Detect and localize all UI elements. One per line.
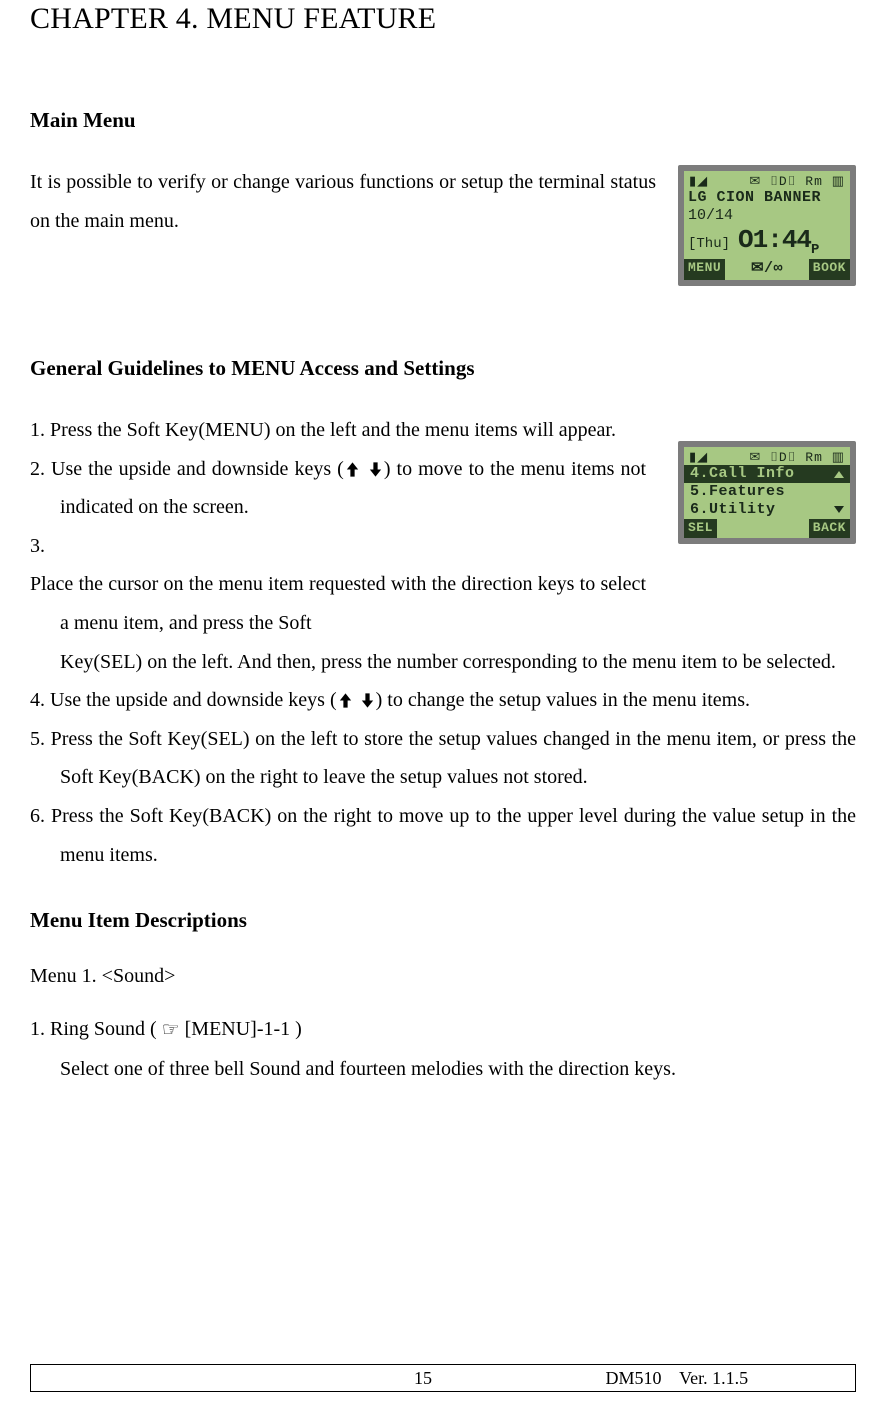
lcd-softkey-book: BOOK	[809, 259, 850, 280]
arrow-down-icon	[834, 506, 844, 513]
lcd-banner: LG CION BANNER	[688, 189, 846, 207]
list-item: Press the Soft Key(SEL) on the left to s…	[30, 720, 856, 797]
lcd-date: 10/14	[688, 207, 846, 225]
lcd-softkey-menu: MENU	[684, 259, 725, 280]
list-item: Place the cursor on the menu item reques…	[30, 527, 856, 681]
heading-main-menu: Main Menu	[30, 108, 856, 133]
lcd-softkey-mail-icon: ✉/∞	[747, 259, 787, 280]
list-item: Use the upside and downside keys ( ) to …	[30, 681, 856, 720]
lcd-menu-item-selected: 4.Call Info	[684, 465, 850, 483]
lcd-screenshot-home: ▮◢ ✉ ⌷D⌷ Rm ▥ LG CION BANNER 10/14 [Thu]…	[678, 165, 856, 286]
page-footer: 15 DM510 Ver. 1.1.5	[30, 1364, 856, 1392]
arrow-up-bold-icon	[344, 461, 361, 478]
arrow-down-bold-icon	[367, 461, 384, 478]
pointing-hand-icon: ☞	[162, 1011, 180, 1050]
lcd-day: [Thu]	[688, 236, 730, 253]
heading-descriptions: Menu Item Descriptions	[30, 908, 856, 933]
lcd-signal-icon: ▮◢	[689, 450, 708, 465]
lcd-signal-icon: ▮◢	[689, 174, 708, 189]
arrow-up-bold-icon	[337, 692, 354, 709]
list-item: Press the Soft Key(BACK) on the right to…	[30, 797, 856, 874]
doc-version: DM510 Ver. 1.1.5	[459, 1368, 855, 1389]
lcd-menu-item: 6.Utility	[688, 501, 846, 519]
lcd-time: O1:44P	[738, 225, 818, 259]
heading-guidelines: General Guidelines to MENU Access and Se…	[30, 356, 856, 381]
menu-1-label: Menu 1. <Sound>	[30, 965, 856, 988]
arrow-up-icon	[834, 471, 844, 478]
lcd-status-icons: ✉ ⌷D⌷ Rm ▥	[749, 450, 845, 465]
lcd-softkey-back: BACK	[809, 519, 850, 537]
chapter-title: CHAPTER 4. MENU FEATURE	[30, 2, 856, 36]
lcd-screenshot-menu: ▮◢ ✉ ⌷D⌷ Rm ▥ 4.Call Info 5.Features 6.U…	[678, 441, 856, 544]
lcd-softkey-sel: SEL	[684, 519, 717, 537]
lcd-status-icons: ✉ ⌷D⌷ Rm ▥	[749, 174, 845, 189]
page-number: 15	[387, 1368, 458, 1389]
main-menu-text: It is possible to verify or change vario…	[30, 163, 656, 241]
arrow-down-bold-icon	[359, 692, 376, 709]
ring-sound-description: Select one of three bell Sound and fourt…	[60, 1050, 856, 1089]
lcd-menu-item: 5.Features	[688, 483, 846, 501]
ring-sound-title: 1. Ring Sound ( ☞ [MENU]-1-1 )	[30, 1010, 856, 1050]
